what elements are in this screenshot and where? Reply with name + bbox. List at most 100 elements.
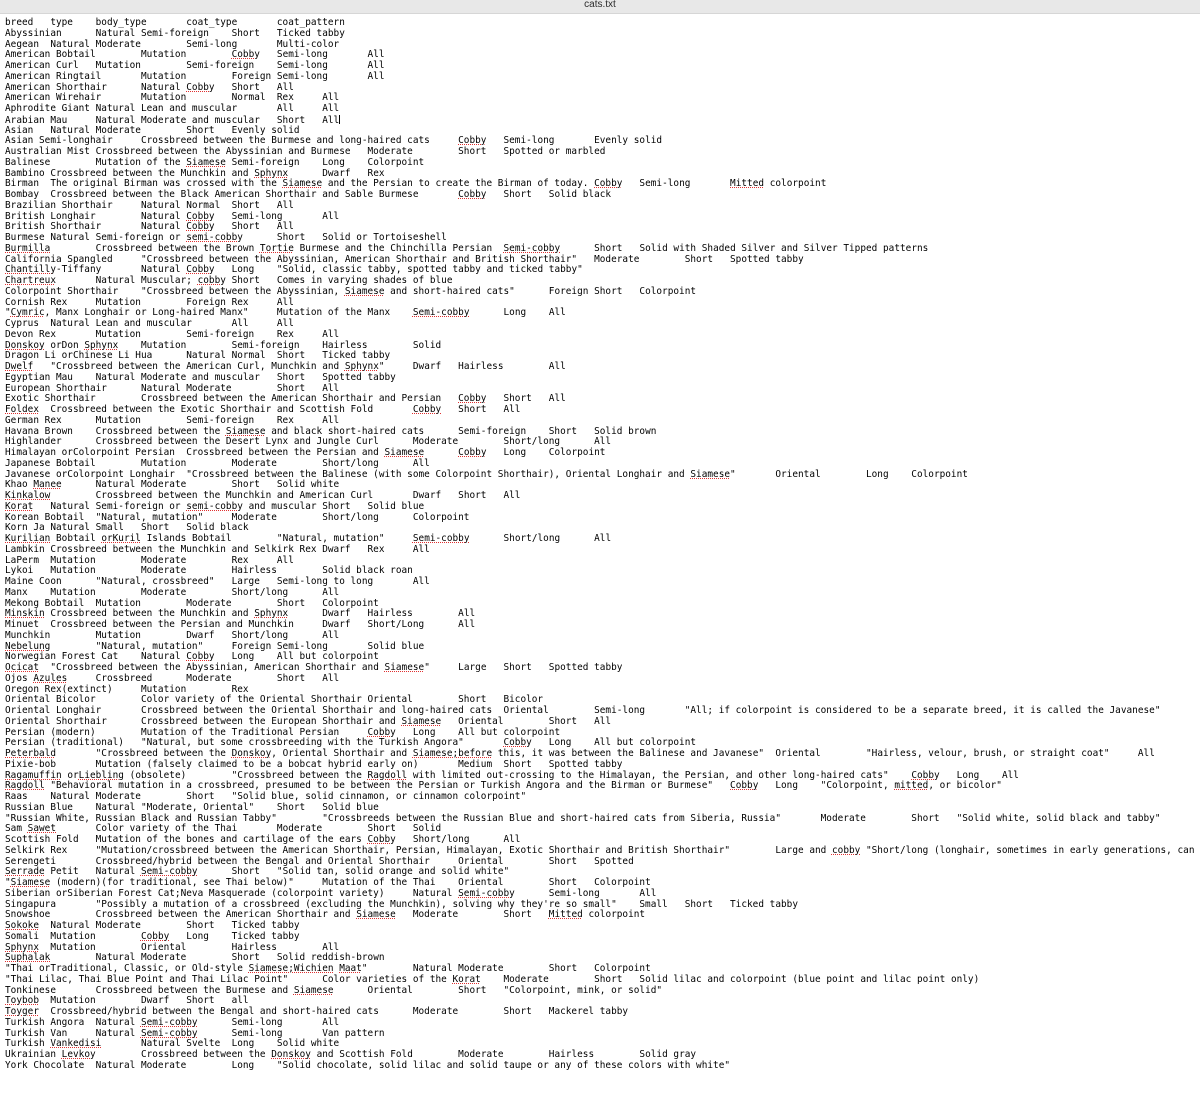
text-line[interactable]: Oriental Shorthair Crossbreed between th… [5, 716, 1200, 728]
misspelled-word[interactable]: Tortie [260, 243, 294, 254]
misspelled-word[interactable]: Cobby [458, 189, 486, 200]
misspelled-word[interactable]: Siamese [402, 716, 442, 727]
text-line[interactable]: Korat Natural Semi-foreign or semi-cobby… [5, 501, 1200, 513]
text-line[interactable]: Ojos Azules Crossbreed Moderate Short Al… [5, 673, 1200, 685]
text-line[interactable]: Munchkin Mutation Dwarf Short/long All [5, 630, 1200, 642]
misspelled-word[interactable]: Siamese [11, 877, 51, 888]
misspelled-word[interactable]: Sphynx [84, 340, 118, 351]
misspelled-word[interactable]: Cobby [458, 447, 486, 458]
misspelled-word[interactable]: Cobby [911, 770, 939, 781]
misspelled-word[interactable]: Serrade [5, 866, 45, 877]
misspelled-word[interactable]: Mitted [730, 178, 764, 189]
misspelled-word[interactable]: Siamese [226, 426, 266, 437]
misspelled-word[interactable]: Peterbald [5, 748, 56, 759]
misspelled-word[interactable]: Minskin [5, 608, 45, 619]
misspelled-word[interactable]: Cobby [186, 264, 214, 275]
misspelled-word[interactable]: Cobby [232, 49, 260, 60]
misspelled-word[interactable]: cobby [832, 845, 860, 856]
misspelled-word[interactable]: Cobby [368, 727, 396, 738]
text-line[interactable]: Lambkin Crossbreed between the Munchkin … [5, 544, 1200, 556]
text-line[interactable]: German Rex Mutation Semi-foreign Rex All [5, 415, 1200, 427]
misspelled-word[interactable]: Semi-cobby [458, 888, 515, 899]
misspelled-word[interactable]: Siamese [690, 469, 730, 480]
text-line[interactable]: Abyssinian Natural Semi-foreign Short Ti… [5, 28, 1200, 40]
misspelled-word[interactable]: Chartreux [5, 275, 56, 286]
text-line[interactable]: Selkirk Rex "Mutation/crossbreed between… [5, 845, 1200, 857]
text-line[interactable]: Russian Blue Natural "Moderate, Oriental… [5, 802, 1200, 814]
text-line[interactable]: Manx Mutation Moderate Short/long All [5, 587, 1200, 599]
misspelled-word[interactable]: orKuril [101, 533, 141, 544]
text-line[interactable]: Pixie-bob Mutation (falsely claimed to b… [5, 759, 1200, 771]
text-line[interactable]: American Ringtail Mutation Foreign Semi-… [5, 71, 1200, 83]
misspelled-word[interactable]: Sphynx [254, 608, 288, 619]
misspelled-word[interactable]: Toyger [5, 1006, 39, 1017]
misspelled-word[interactable]: Levkoy [62, 1049, 96, 1060]
text-line[interactable]: York Chocolate Natural Moderate Long "So… [5, 1060, 1200, 1072]
text-line[interactable]: Devon Rex Mutation Semi-foreign Rex All [5, 329, 1200, 341]
text-editor-area[interactable]: breed type body_type coat_type coat_patt… [0, 14, 1200, 1119]
misspelled-word[interactable]: Cobby [594, 178, 622, 189]
misspelled-word[interactable]: Siamese [385, 447, 425, 458]
misspelled-word[interactable]: Cobby [368, 834, 396, 845]
text-line[interactable]: Burmilla Crossbreed between the Brown To… [5, 243, 1200, 255]
text-line[interactable]: Balinese Mutation of the Siamese Semi-fo… [5, 157, 1200, 169]
misspelled-word[interactable]: Donskoy [5, 340, 45, 351]
misspelled-word[interactable]: Toybob [5, 995, 39, 1006]
misspelled-word[interactable]: Cobby [458, 135, 486, 146]
misspelled-word[interactable]: Sokoke [5, 920, 39, 931]
misspelled-word[interactable]: Foldex [5, 404, 39, 415]
misspelled-word[interactable]: Suphalak [5, 952, 50, 963]
text-line[interactable]: Arabian Mau Natural Moderate and muscula… [5, 114, 1200, 126]
misspelled-word[interactable]: Siamese [385, 662, 425, 673]
misspelled-word[interactable]: Semi-cobby [141, 1028, 198, 1039]
misspelled-word[interactable]: Sphynx [254, 168, 288, 179]
misspelled-word[interactable]: Cobby [730, 780, 758, 791]
misspelled-word[interactable]: Azules [33, 673, 67, 684]
text-line[interactable]: "Thai Lilac, Thai Blue Point and Thai Li… [5, 974, 1200, 986]
misspelled-word[interactable]: Cobby [458, 393, 486, 404]
misspelled-word[interactable]: Siamese [283, 178, 323, 189]
misspelled-word[interactable]: Semi-cobby [503, 243, 560, 254]
misspelled-word[interactable]: Cobby [186, 651, 214, 662]
misspelled-word[interactable]: Mitted [549, 909, 583, 920]
text-line[interactable]: Somali Mutation Cobby Long Ticked tabby [5, 931, 1200, 943]
misspelled-word[interactable]: Cobby [186, 82, 214, 93]
misspelled-word[interactable]: Siamese [356, 909, 396, 920]
misspelled-word[interactable]: Manee [33, 479, 61, 490]
misspelled-word[interactable]: Ragamuffin [5, 770, 62, 781]
misspelled-word[interactable]: Donskoy [232, 748, 272, 759]
misspelled-word[interactable]: Cobby [186, 211, 214, 222]
text-line[interactable]: Siberian orSiberian Forest Cat;Neva Masq… [5, 888, 1200, 900]
misspelled-word[interactable]: Ragdoll [5, 780, 45, 791]
text-line[interactable]: Japanese Bobtail Mutation Moderate Short… [5, 458, 1200, 470]
text-line[interactable]: Colorpoint Shorthair "Crossbreed between… [5, 286, 1200, 298]
misspelled-word[interactable]: Cobby [413, 404, 441, 415]
misspelled-word[interactable]: Semi-cobby [141, 866, 198, 877]
misspelled-word[interactable]: Siamese [294, 985, 334, 996]
misspelled-word[interactable]: Korat [5, 501, 33, 512]
misspelled-word[interactable]: Semi-cobby [413, 533, 470, 544]
misspelled-word[interactable]: Ocicat [5, 662, 39, 673]
misspelled-word[interactable]: Cobby [186, 221, 214, 232]
misspelled-word[interactable]: Chantilly [5, 264, 56, 275]
misspelled-word[interactable]: cobby [198, 275, 226, 286]
misspelled-word[interactable]: mitted [894, 780, 928, 791]
misspelled-word[interactable]: Maat [339, 963, 362, 974]
document-text[interactable]: breed type body_type coat_type coat_patt… [5, 17, 1200, 1072]
misspelled-word[interactable]: Kurilian [5, 533, 50, 544]
misspelled-word[interactable]: Sphynx [5, 942, 39, 953]
misspelled-word[interactable]: Korat [452, 974, 480, 985]
misspelled-word[interactable]: semi-cobby [186, 232, 243, 243]
misspelled-word[interactable]: Sphynx [345, 361, 379, 372]
misspelled-word[interactable]: Cymric [11, 307, 45, 318]
misspelled-word[interactable]: Siamese;Wichien [249, 963, 334, 974]
misspelled-word[interactable]: Cobby [141, 931, 169, 942]
misspelled-word[interactable]: Cobby [503, 737, 531, 748]
misspelled-word[interactable]: Semi-cobby [413, 307, 470, 318]
misspelled-word[interactable]: Liebling [79, 770, 124, 781]
misspelled-word[interactable]: Ragdoll [368, 770, 408, 781]
misspelled-word[interactable]: Nebelung [5, 641, 50, 652]
misspelled-word[interactable]: Dwelf [5, 361, 33, 372]
text-line[interactable]: Brazilian Shorthair Natural Normal Short… [5, 200, 1200, 212]
misspelled-word[interactable]: semi-cobby [186, 501, 243, 512]
